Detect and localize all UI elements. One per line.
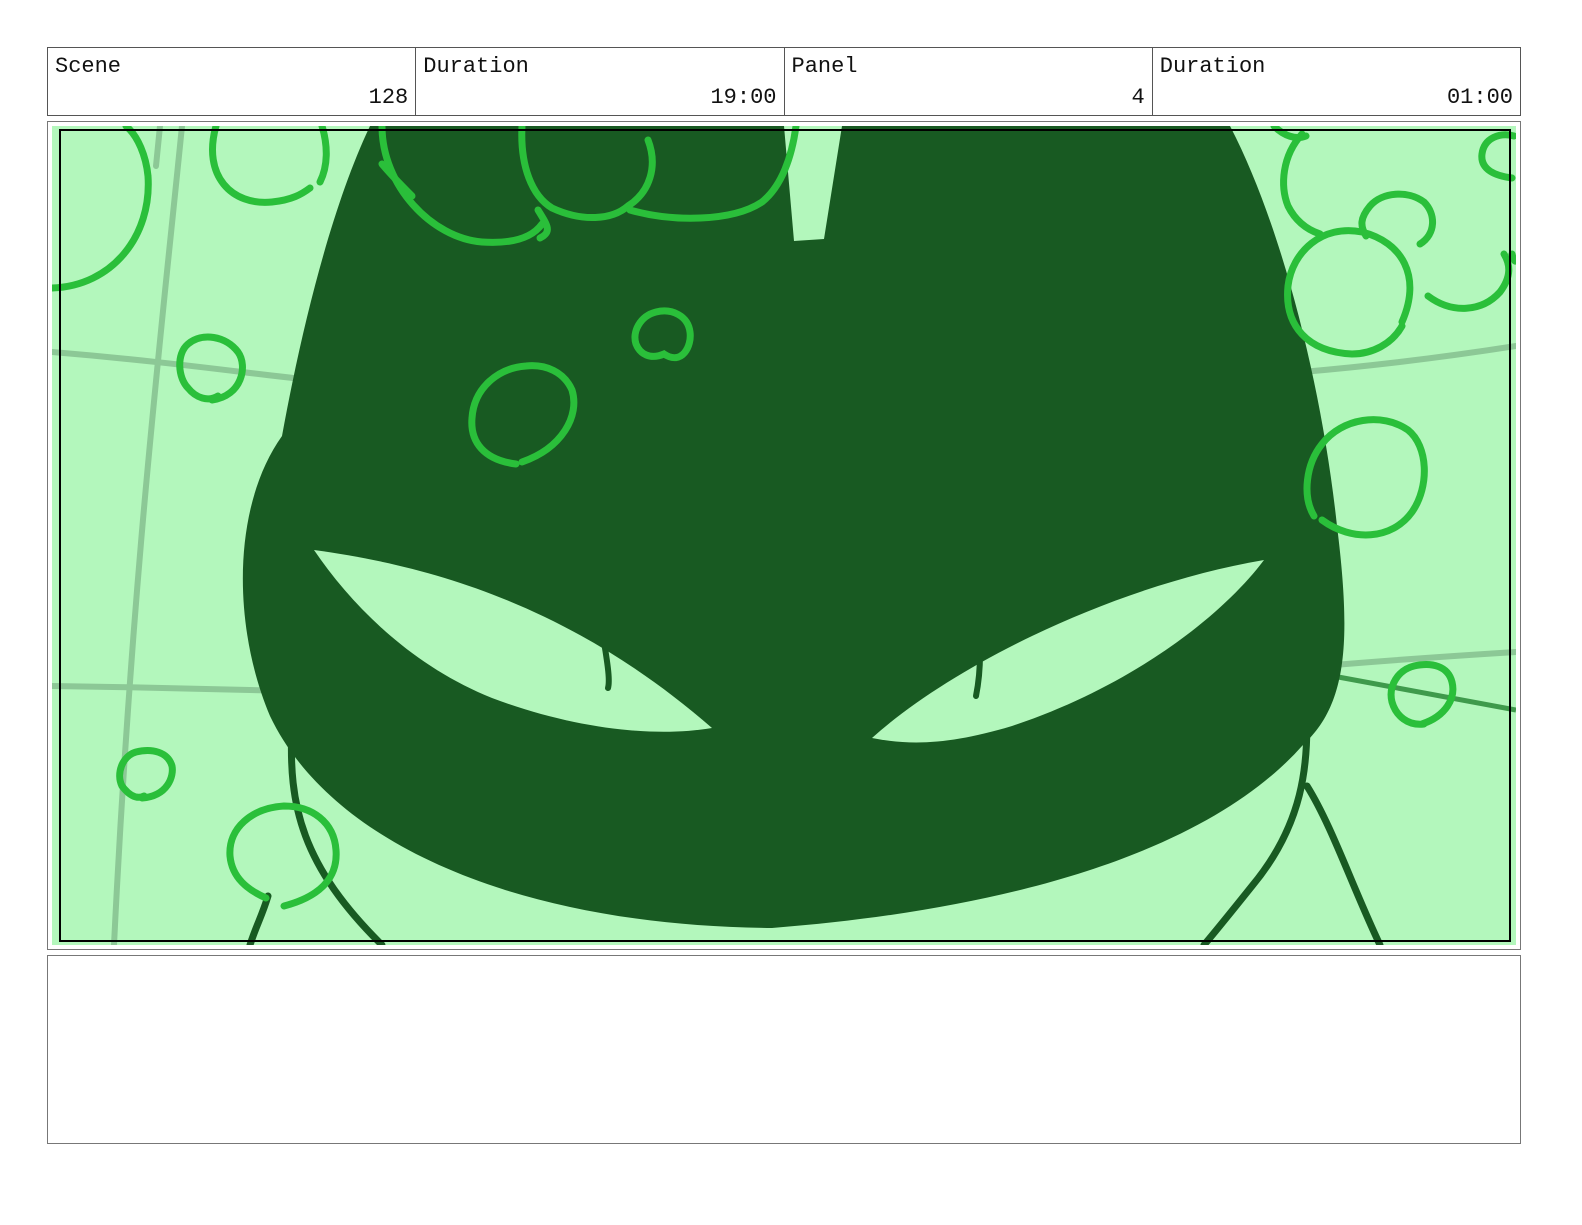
panel-label: Panel bbox=[791, 54, 858, 79]
action-notes-box[interactable] bbox=[47, 955, 1521, 1144]
scene-duration-value[interactable]: 19:00 bbox=[710, 85, 776, 110]
head-silhouette bbox=[242, 126, 1345, 928]
panel-header: Scene 128 Duration 19:00 Panel 4 Duratio… bbox=[47, 47, 1521, 116]
panel-duration-value[interactable]: 01:00 bbox=[1447, 85, 1513, 110]
scene-duration-label: Duration bbox=[423, 54, 529, 79]
panel-duration-cell: Duration 01:00 bbox=[1153, 48, 1520, 115]
panel-duration-label: Duration bbox=[1159, 54, 1266, 79]
storyboard-panel[interactable] bbox=[47, 121, 1521, 950]
scene-cell: Scene 128 bbox=[48, 48, 417, 115]
panel-drawing bbox=[52, 126, 1516, 945]
panel-cell: Panel 4 bbox=[785, 48, 1153, 115]
scene-duration-cell: Duration 19:00 bbox=[416, 48, 785, 115]
panel-number[interactable]: 4 bbox=[1132, 85, 1145, 110]
scene-number[interactable]: 128 bbox=[369, 85, 409, 110]
scene-label: Scene bbox=[55, 54, 122, 79]
